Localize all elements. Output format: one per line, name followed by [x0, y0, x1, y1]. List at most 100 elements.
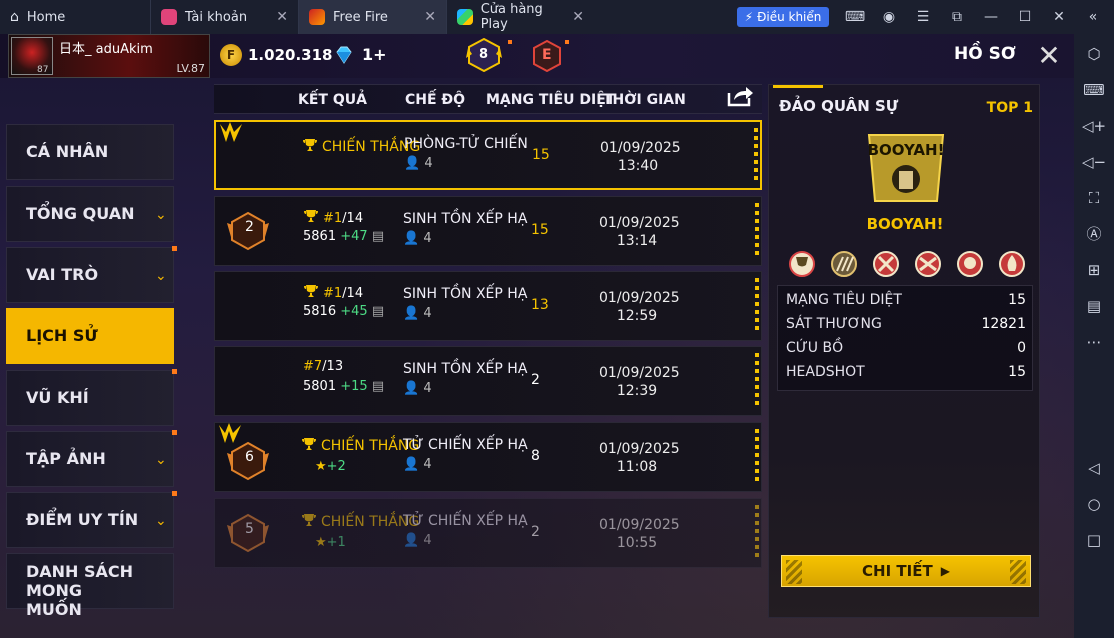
notification-dot — [508, 40, 512, 44]
maximize-icon[interactable]: ☐ — [1008, 9, 1042, 25]
tab-free-fire-label: Free Fire — [333, 9, 388, 25]
placement-rank: #7 — [303, 359, 323, 374]
star-icon: ★ — [315, 459, 327, 474]
apk-icon[interactable]: ▤ — [1074, 288, 1114, 324]
match-clock: 13:40 — [617, 158, 659, 174]
back-icon[interactable]: ◁ — [1074, 450, 1114, 486]
menu-item-wishlist[interactable]: DANH SÁCH MONG MUỐN — [6, 553, 174, 619]
booyah-label: BOOYAH! — [866, 215, 944, 233]
close-window-icon[interactable]: ✕ — [1042, 9, 1076, 25]
page-title: HỒ SƠ — [954, 44, 1016, 64]
close-icon[interactable]: ✕ — [424, 9, 436, 25]
match-mode: TỬ CHIẾN XẾP HẠ — [403, 513, 528, 529]
account-icon[interactable]: ◉ — [872, 9, 906, 25]
menu-item-history[interactable]: LỊCH SỬ — [6, 308, 174, 364]
table-row[interactable]: CHIẾN THẮNG PHÒNG-TỬ CHIẾN 👤 4 15 01/09/… — [214, 120, 762, 190]
menu-item-label: DANH SÁCH MONG MUỐN — [26, 562, 134, 619]
match-placement: #1/14 — [303, 284, 363, 301]
screenshot-icon[interactable]: ⛶ — [1074, 180, 1114, 216]
match-time: 01/09/2025 12:39 — [599, 364, 680, 400]
star-gain: ★+2 — [315, 459, 346, 474]
table-row[interactable]: 6 CHIẾN THẮNG ★+2 TỬ CHIẾN XẾP HẠ 👤 4 8 … — [214, 422, 762, 492]
match-mode: SINH TỒN XẾP HẠ — [403, 361, 528, 377]
rank-points: 5861 +47 ▤ — [303, 229, 384, 244]
squad-size-value: 4 — [423, 533, 432, 548]
settings-icon[interactable]: ⬡ — [1074, 36, 1114, 72]
stat-label: SÁT THƯƠNG — [786, 316, 882, 332]
menu-item-personal[interactable]: CÁ NHÂN — [6, 124, 174, 180]
table-row[interactable]: 5 CHIẾN THẮNG ★+1 TỬ CHIẾN XẾP HẠ 👤 4 2 … — [214, 498, 762, 568]
close-icon[interactable]: ✕ — [572, 9, 584, 25]
match-mode: PHÒNG-TỬ CHIẾN — [404, 136, 528, 152]
rotate-icon[interactable]: Ⓐ — [1074, 216, 1114, 252]
match-kills: 15 — [532, 147, 550, 163]
menu-icon[interactable]: ☰ — [906, 9, 940, 25]
match-clock: 13:14 — [616, 233, 658, 249]
match-date: 01/09/2025 — [599, 365, 680, 381]
menu-item-role[interactable]: VAI TRÒ ⌄ — [6, 246, 177, 303]
tab-home[interactable]: ⌂ Home — [0, 0, 150, 34]
keyboard-icon[interactable]: ⌨ — [1074, 72, 1114, 108]
tab-play-store[interactable]: Cửa hàng Play ✕ — [446, 0, 594, 34]
details-icon: ▤ — [371, 229, 385, 244]
map-name: ĐẢO QUÂN SỰ — [779, 97, 899, 115]
points-gain: +47 — [340, 229, 368, 244]
table-row[interactable]: 2 #1/14 5861 +47 ▤ SINH TỒN XẾP HẠ 👤 4 1… — [214, 196, 762, 266]
tab-account[interactable]: Tài khoản ✕ — [150, 0, 298, 34]
recent-apps-icon[interactable]: □ — [1074, 522, 1114, 558]
player-name: 日本_ aduAkim — [59, 42, 153, 57]
person-icon: 👤 — [404, 156, 421, 171]
placement-total: /14 — [342, 211, 364, 226]
menu-item-overview[interactable]: TỔNG QUAN ⌄ — [6, 186, 174, 242]
player-level: LV.87 — [176, 62, 205, 75]
placement-total: /13 — [322, 359, 344, 374]
volume-down-icon[interactable]: ◁− — [1074, 144, 1114, 180]
player-card[interactable]: 87 日本_ aduAkim LV.87 — [8, 34, 210, 78]
table-row[interactable]: #7/13 5801 +15 ▤ SINH TỒN XẾP HẠ 👤 4 2 0… — [214, 346, 762, 416]
diamond-amount[interactable]: 1+ — [362, 45, 387, 64]
tab-free-fire[interactable]: Free Fire ✕ — [298, 0, 446, 34]
resize-icon[interactable]: ⧉ — [940, 9, 974, 25]
match-result: CHIẾN THẮNG — [301, 513, 419, 530]
minimize-icon[interactable]: — — [974, 9, 1008, 25]
squad-size-value: 4 — [423, 381, 432, 396]
home-nav-icon[interactable]: ○ — [1074, 486, 1114, 522]
star-gain-value: +1 — [326, 535, 346, 550]
table-row[interactable]: #1/14 5816 +45 ▤ SINH TỒN XẾP HẠ 👤 4 13 … — [214, 271, 762, 341]
points-value: 5816 — [303, 304, 337, 319]
close-icon[interactable]: ✕ — [276, 9, 288, 25]
volume-up-icon[interactable]: ◁+ — [1074, 108, 1114, 144]
match-kills: 2 — [531, 524, 540, 540]
emulator-sidebar: ⬡ ⌨ ◁+ ◁− ⛶ Ⓐ ⊞ ▤ ⋯ ◁ ○ □ — [1074, 34, 1114, 638]
star-gain-value: +2 — [326, 459, 346, 474]
stat-row: HEADSHOT 15 — [786, 364, 1026, 380]
close-icon[interactable]: ✕ — [1032, 40, 1066, 74]
star-gain: ★+1 — [315, 535, 346, 550]
medal-crossed-blades-icon — [915, 251, 941, 277]
badge-number: 5 — [245, 521, 254, 537]
menu-item-reputation[interactable]: ĐIỂM UY TÍN ⌄ — [6, 491, 177, 548]
notification-dot — [172, 369, 177, 374]
trophy-icon — [304, 285, 318, 297]
person-icon: 👤 — [403, 231, 420, 246]
gamepad-icon[interactable]: ⌨ — [838, 9, 872, 25]
lightning-icon: ⚡ — [744, 10, 754, 24]
more-icon[interactable]: ⋯ — [1074, 324, 1114, 360]
collapse-sidebar-icon[interactable]: « — [1076, 9, 1110, 25]
rank-points: 5816 +45 ▤ — [303, 304, 384, 319]
chevron-down-icon: ⌄ — [155, 452, 167, 468]
match-detail-panel: ĐẢO QUÂN SỰ TOP 1 BOOYAH! BOOYAH! MẠNG T… — [768, 84, 1040, 618]
match-placement: #7/13 — [303, 359, 343, 374]
squad-size: 👤 4 — [403, 306, 432, 321]
details-icon: ▤ — [371, 379, 385, 394]
diamond-icon — [336, 46, 352, 64]
menu-item-weapons[interactable]: VŨ KHÍ — [6, 369, 177, 426]
share-icon[interactable] — [726, 84, 754, 108]
rank-tier: 8 — [479, 47, 489, 62]
menu-item-label: VŨ KHÍ — [26, 388, 89, 407]
install-icon[interactable]: ⊞ — [1074, 252, 1114, 288]
details-button[interactable]: CHI TIẾT ▶ — [781, 555, 1031, 587]
control-button[interactable]: ⚡ Điều khiển — [737, 7, 829, 27]
menu-item-label: TỔNG QUAN — [26, 204, 135, 223]
menu-item-album[interactable]: TẬP ẢNH ⌄ — [6, 430, 177, 487]
